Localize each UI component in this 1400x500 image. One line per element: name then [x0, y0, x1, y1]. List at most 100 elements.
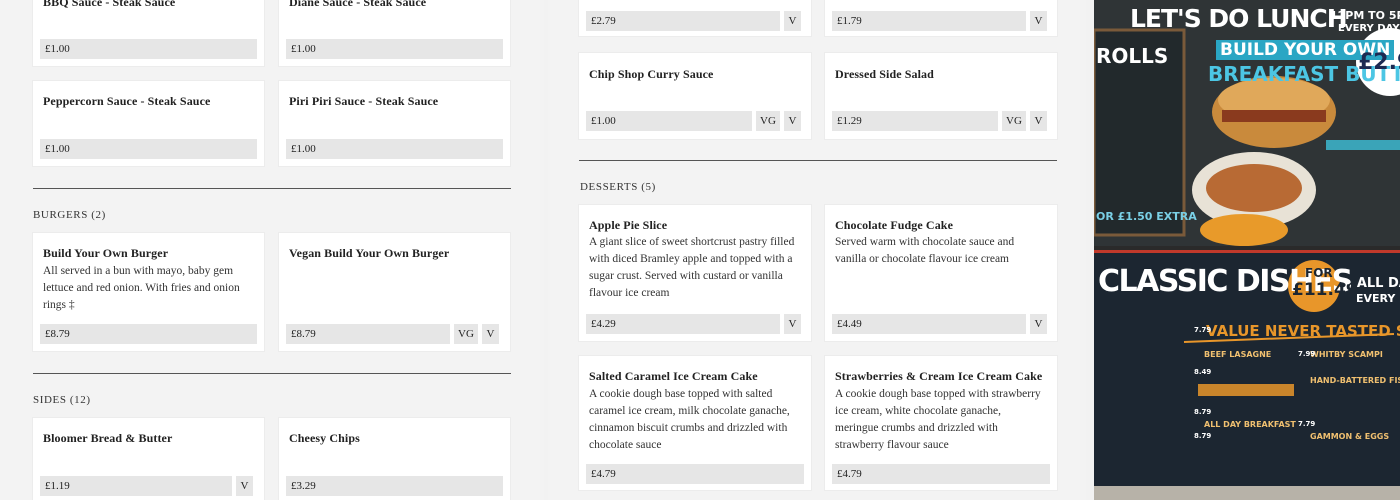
classic-dish: WHITBY SCAMPI	[1310, 350, 1383, 359]
menu-item-description: A cookie dough base topped with strawber…	[835, 388, 1041, 451]
menu-item-card[interactable]: Piri Piri Sauce - Steak Sauce £1.00	[279, 81, 510, 166]
vegetarian-tag: V	[1030, 111, 1047, 131]
classic-dish: BEEF LASAGNE	[1204, 350, 1272, 359]
menu-item-price: £1.29	[832, 111, 998, 131]
classic-dish-price: 7.79	[1298, 420, 1316, 428]
menu-item-card[interactable]: £1.79 V	[825, 0, 1057, 36]
vegetarian-tag: V	[784, 11, 801, 31]
menu-item-price: £2.79	[586, 11, 780, 31]
price-bar: £8.79 VG V	[286, 324, 499, 344]
price-bar: £1.00	[40, 39, 257, 59]
price-bar: £3.29	[286, 476, 503, 496]
menu-item-card[interactable]: Dressed Side Salad £1.29 VG V	[825, 53, 1057, 139]
lunch-chips-offer: OR £1.50 EXTRA	[1096, 210, 1197, 223]
menu-item-card[interactable]: £2.79 V	[579, 0, 811, 36]
vegan-tag: VG	[756, 111, 780, 131]
menu-item-title: Salted Caramel Ice Cream Cake	[589, 369, 758, 383]
menu-column-middle: £2.79 V £1.79 V Chip Shop Curry Sauce £1…	[548, 0, 1086, 500]
lunch-price: £2.9	[1358, 50, 1400, 75]
price-bar: £1.00 VG V	[586, 111, 801, 131]
menu-item-card[interactable]: Cheesy Chips £3.29	[279, 418, 510, 500]
menu-item-title: Build Your Own Burger	[43, 246, 169, 260]
menu-item-price: £4.79	[586, 464, 804, 484]
classic-dish: HAND-BATTERED FISH	[1310, 376, 1400, 385]
menu-item-price: £3.29	[286, 476, 503, 496]
price-bar: £4.79	[832, 464, 1050, 484]
classic-tagline: VALUE NEVER TASTED SO GOO	[1206, 322, 1400, 340]
menu-column-left: BBQ Sauce - Steak Sauce £1.00 Diane Sauc…	[0, 0, 544, 500]
menu-item-card[interactable]: Strawberries & Cream Ice Cream Cake A co…	[825, 356, 1057, 490]
classic-dish: GAMMON & EGGS	[1310, 432, 1390, 441]
menu-item-card[interactable]: Salted Caramel Ice Cream Cake A cookie d…	[579, 356, 811, 490]
price-bar: £1.19 V	[40, 476, 253, 496]
price-bar: £8.79	[40, 324, 257, 344]
menu-item-price: £1.00	[286, 139, 503, 159]
vegan-tag: VG	[1002, 111, 1026, 131]
price-bar: £1.00	[286, 39, 503, 59]
menu-item-card[interactable]: Chocolate Fudge Cake Served warm with ch…	[825, 205, 1057, 341]
section-divider	[579, 160, 1057, 161]
section-divider	[33, 188, 511, 189]
price-bar: £4.79	[586, 464, 804, 484]
classic-dish-price: 8.79	[1194, 408, 1212, 416]
menu-item-title: Diane Sauce - Steak Sauce	[289, 0, 427, 9]
menu-item-title: Piri Piri Sauce - Steak Sauce	[289, 94, 439, 108]
menu-item-price: £1.19	[40, 476, 232, 496]
menu-item-card[interactable]: Vegan Build Your Own Burger £8.79 VG V	[279, 233, 510, 351]
menu-item-card[interactable]: BBQ Sauce - Steak Sauce £1.00	[33, 0, 264, 66]
menu-item-description: A giant slice of sweet shortcrust pastry…	[589, 236, 795, 299]
menu-item-card[interactable]: Bloomer Bread & Butter £1.19 V	[33, 418, 264, 500]
menu-item-price: £8.79	[286, 324, 450, 344]
menu-item-title: Strawberries & Cream Ice Cream Cake	[835, 369, 1043, 383]
menu-item-title: Apple Pie Slice	[589, 218, 668, 232]
menu-item-price: £1.00	[586, 111, 752, 131]
menu-item-price: £8.79	[40, 324, 257, 344]
vegetarian-tag: V	[482, 324, 499, 344]
lunch-rolls-label: ROLLS	[1096, 44, 1169, 68]
vegetarian-tag: V	[1030, 11, 1047, 31]
price-bar: £1.29 VG V	[832, 111, 1047, 131]
menu-item-price: £1.79	[832, 11, 1026, 31]
menu-item-card[interactable]: Apple Pie Slice A giant slice of sweet s…	[579, 205, 811, 341]
section-heading-desserts: DESSERTS (5)	[580, 181, 656, 193]
classic-all-day: • ALL DA	[1344, 276, 1400, 291]
menu-item-card[interactable]: Peppercorn Sauce - Steak Sauce £1.00	[33, 81, 264, 166]
menu-item-title: Chip Shop Curry Sauce	[589, 67, 714, 81]
menu-item-title: Cheesy Chips	[289, 431, 360, 445]
price-bar: £1.00	[40, 139, 257, 159]
menu-item-description: All served in a bun with mayo, baby gem …	[43, 265, 240, 311]
vegan-tag: VG	[454, 324, 478, 344]
lunch-hours-line2: EVERY DAY	[1338, 23, 1400, 34]
classic-dishes-promo-image[interactable]: CLASSIC DISHES FOR £11.49 • ALL DA EVERY…	[1094, 250, 1400, 500]
menu-item-title: Bloomer Bread & Butter	[43, 431, 173, 445]
menu-item-price: £1.00	[286, 39, 503, 59]
classic-dish: ALL DAY BREAKFAST	[1204, 420, 1296, 429]
menu-item-title: BBQ Sauce - Steak Sauce	[43, 0, 176, 9]
lunch-headline: LET'S DO LUNCH	[1130, 4, 1348, 33]
price-bar: £2.79 V	[586, 11, 801, 31]
promo-images-column: LET'S DO LUNCH 12PM TO 5PM EVERY DAY BUI…	[1094, 0, 1400, 500]
section-heading-sides: SIDES (12)	[33, 394, 91, 406]
classic-dish-price: 8.49	[1194, 368, 1212, 376]
menu-item-price: £4.79	[832, 464, 1050, 484]
vegetarian-tag: V	[1030, 314, 1047, 334]
menu-item-title: Chocolate Fudge Cake	[835, 218, 953, 232]
menu-item-price: £1.00	[40, 139, 257, 159]
menu-item-card[interactable]: Diane Sauce - Steak Sauce £1.00	[279, 0, 510, 66]
classic-for-label: FOR	[1305, 266, 1333, 280]
classic-dish-price: 7.79	[1194, 326, 1212, 334]
lunch-hours-line1: 12PM TO 5PM	[1330, 9, 1400, 22]
menu-item-price: £4.29	[586, 314, 780, 334]
menu-item-price: £4.49	[832, 314, 1026, 334]
price-bar: £4.49 V	[832, 314, 1047, 334]
classic-dish-price: 8.79	[1194, 432, 1212, 440]
menu-item-card[interactable]: Build Your Own Burger All served in a bu…	[33, 233, 264, 351]
menu-item-card[interactable]: Chip Shop Curry Sauce £1.00 VG V	[579, 53, 811, 139]
section-divider	[33, 373, 511, 374]
menu-item-title: Dressed Side Salad	[835, 67, 934, 81]
menu-item-price: £1.00	[40, 39, 257, 59]
lunch-promo-image[interactable]: LET'S DO LUNCH 12PM TO 5PM EVERY DAY BUI…	[1094, 0, 1400, 246]
vegetarian-tag: V	[784, 111, 801, 131]
menu-item-title: Vegan Build Your Own Burger	[289, 246, 450, 260]
menu-item-description: Served warm with chocolate sauce and van…	[835, 236, 1015, 265]
